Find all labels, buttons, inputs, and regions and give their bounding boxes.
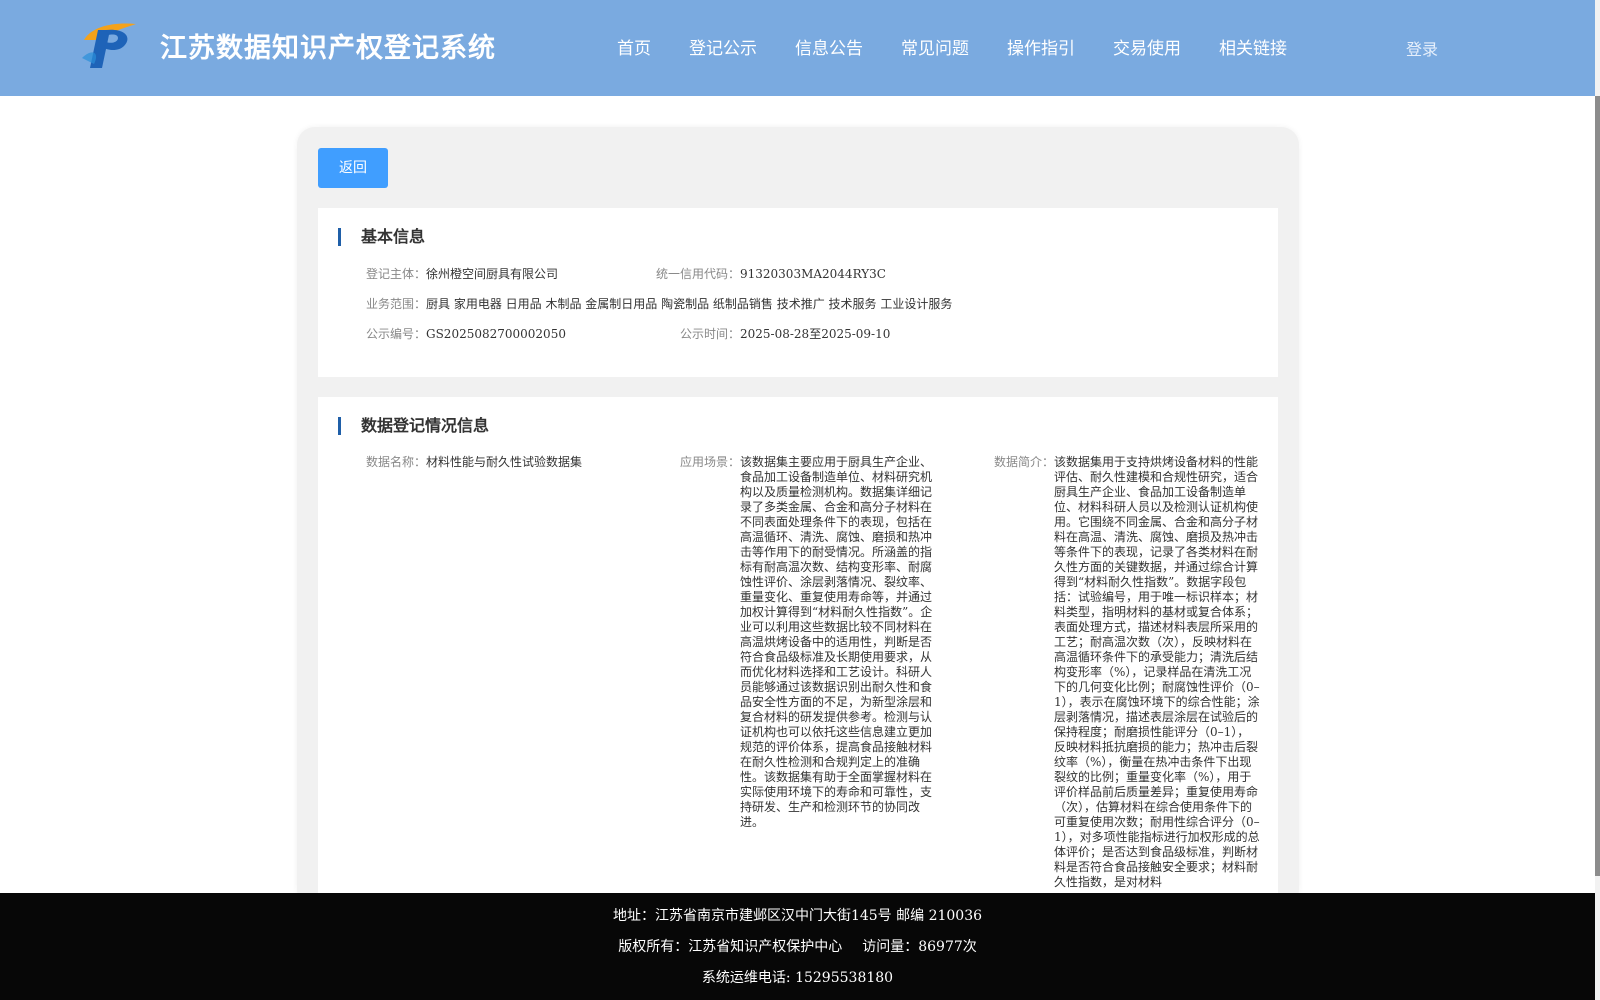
registration-info-section: 数据登记情况信息 数据名称： 材料性能与耐久性试验数据集 应用场景： 该数据集主… bbox=[318, 397, 1278, 907]
nav-item-guide[interactable]: 操作指引 bbox=[1007, 34, 1075, 59]
nav-item-announcements[interactable]: 信息公告 bbox=[795, 34, 863, 59]
footer-phone: 系统运维电话: 15295538180 bbox=[701, 970, 894, 986]
notice-time-field: 公示时间： 2025-08-28至2025-09-10 bbox=[680, 327, 980, 343]
registration-info-title: 数据登记情况信息 bbox=[338, 417, 489, 435]
logo-icon[interactable] bbox=[80, 18, 140, 72]
credit-code-value: 91320303MA2044RY3C bbox=[740, 267, 886, 281]
nav-item-trade-use[interactable]: 交易使用 bbox=[1113, 34, 1181, 59]
notice-time-label: 公示时间： bbox=[680, 327, 741, 341]
data-intro-label: 数据简介： bbox=[994, 455, 1055, 469]
site-title: 江苏数据知识产权登记系统 bbox=[160, 33, 496, 64]
footer-copyright-line: 版权所有：江苏省知识产权保护中心 访问量：86977次 bbox=[0, 936, 1595, 956]
footer-visits: 访问量：86977次 bbox=[862, 939, 977, 955]
login-link[interactable]: 登录 bbox=[1406, 36, 1438, 60]
business-scope-field: 业务范围： 厨具 家用电器 日用品 木制品 金属制日用品 陶瓷制品 纸制品销售 … bbox=[366, 297, 1266, 313]
business-scope-value: 厨具 家用电器 日用品 木制品 金属制日用品 陶瓷制品 纸制品销售 技术推广 技… bbox=[426, 297, 953, 311]
notice-number-value: GS2025082700002050 bbox=[426, 327, 566, 341]
subject-field: 登记主体： 徐州橙空间厨具有限公司 bbox=[366, 267, 656, 283]
credit-code-label: 统一信用代码： bbox=[656, 267, 741, 281]
detail-card: 返回 基本信息 登记主体： 徐州橙空间厨具有限公司 统一信用代码： 913203… bbox=[297, 127, 1299, 907]
site-header: 江苏数据知识产权登记系统 首页 登记公示 信息公告 常见问题 操作指引 交易使用… bbox=[0, 0, 1595, 96]
notice-time-value: 2025-08-28至2025-09-10 bbox=[740, 327, 891, 341]
application-scene-value: 该数据集主要应用于厨具生产企业、食品加工设备制造单位、材料研究机构以及质量检测机… bbox=[740, 455, 933, 829]
back-button[interactable]: 返回 bbox=[318, 148, 388, 188]
footer-copyright: 版权所有：江苏省知识产权保护中心 bbox=[618, 939, 843, 955]
application-scene-label: 应用场景： bbox=[680, 455, 741, 469]
footer-address: 地址：江苏省南京市建邺区汉中门大街145号 邮编 210036 bbox=[612, 908, 983, 924]
nav-item-faq[interactable]: 常见问题 bbox=[901, 34, 969, 59]
subject-label: 登记主体： bbox=[366, 267, 427, 281]
main-nav: 首页 登记公示 信息公告 常见问题 操作指引 交易使用 相关链接 bbox=[617, 34, 1325, 59]
nav-item-home[interactable]: 首页 bbox=[617, 34, 651, 59]
application-scene-field: 应用场景： 该数据集主要应用于厨具生产企业、食品加工设备制造单位、材料研究机构以… bbox=[680, 455, 952, 829]
data-intro-value: 该数据集用于支持烘烤设备材料的性能评估、耐久性建模和合规性研究，适合厨具生产企业… bbox=[1054, 455, 1260, 889]
nav-item-registration-notice[interactable]: 登记公示 bbox=[689, 34, 757, 59]
page-scrollbar-thumb[interactable] bbox=[1595, 96, 1600, 876]
nav-item-related-links[interactable]: 相关链接 bbox=[1219, 34, 1287, 59]
business-scope-label: 业务范围： bbox=[366, 297, 427, 311]
subject-value: 徐州橙空间厨具有限公司 bbox=[426, 267, 559, 281]
basic-info-title: 基本信息 bbox=[338, 228, 425, 246]
notice-number-field: 公示编号： GS2025082700002050 bbox=[366, 327, 666, 343]
notice-number-label: 公示编号： bbox=[366, 327, 427, 341]
credit-code-field: 统一信用代码： 91320303MA2044RY3C bbox=[656, 267, 956, 283]
basic-info-section: 基本信息 登记主体： 徐州橙空间厨具有限公司 统一信用代码： 91320303M… bbox=[318, 208, 1278, 377]
site-footer: 地址：江苏省南京市建邺区汉中门大街145号 邮编 210036 版权所有：江苏省… bbox=[0, 893, 1595, 1000]
data-intro-field: 数据简介： 该数据集用于支持烘烤设备材料的性能评估、耐久性建模和合规性研究，适合… bbox=[994, 455, 1266, 905]
data-name-value: 材料性能与耐久性试验数据集 bbox=[426, 455, 583, 469]
data-name-field: 数据名称： 材料性能与耐久性试验数据集 bbox=[366, 455, 656, 471]
data-name-label: 数据名称： bbox=[366, 455, 427, 469]
